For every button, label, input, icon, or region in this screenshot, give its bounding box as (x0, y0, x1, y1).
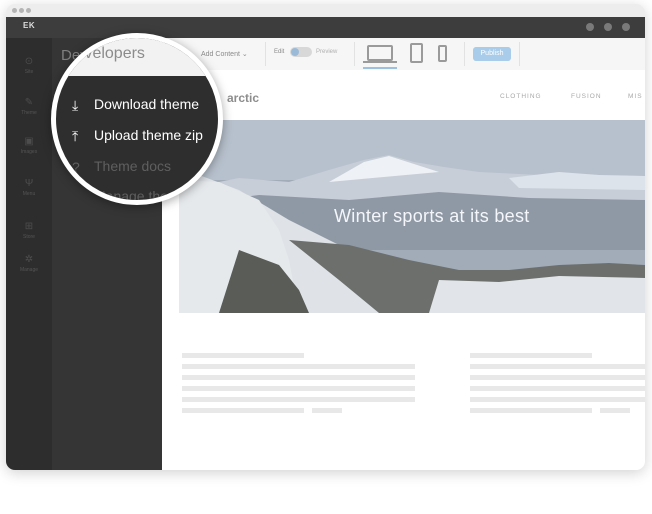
toggle-knob (291, 48, 299, 56)
publish-button[interactable]: Publish (473, 47, 511, 61)
placeholder-line (182, 353, 304, 358)
site-nav-item[interactable]: CLOTHING (500, 93, 542, 100)
power-icon[interactable] (622, 23, 630, 31)
menu-item-label: Upload theme zip (94, 127, 203, 143)
upload-icon: ⤒ (72, 127, 79, 144)
download-icon: ⤓ (72, 96, 79, 113)
chevron-down-icon: ⌄ (241, 51, 248, 58)
menu-item-theme-docs[interactable]: ? Theme docs (72, 158, 171, 175)
active-view-indicator (363, 67, 397, 69)
placeholder-line (600, 408, 630, 413)
menu-item-label: Download theme (94, 96, 200, 112)
preview-label: Preview (316, 49, 338, 55)
editor-toolbar: Add Content ⌄ Edit Preview Publish (162, 38, 645, 71)
user-icon[interactable] (604, 23, 612, 31)
menu-item-download-theme[interactable]: ⤓ Download theme (72, 96, 199, 114)
window-control-dot[interactable] (12, 8, 17, 13)
placeholder-line (470, 375, 645, 380)
app-logo[interactable]: EK (23, 21, 35, 30)
help-icon: ? (72, 159, 80, 176)
hero-banner: Winter sports at its best (179, 120, 645, 313)
placeholder-line (470, 386, 645, 391)
placeholder-line (470, 397, 645, 402)
site-nav-item[interactable]: FUSION (571, 93, 602, 100)
site-nav-item[interactable]: MIS (628, 93, 643, 100)
placeholder-line (182, 397, 415, 402)
notifications-icon[interactable] (586, 23, 594, 31)
menu-item-label: Theme docs (94, 158, 172, 174)
magnified-panel-title: Developers (64, 45, 145, 62)
hero-heading: Winter sports at its best (334, 206, 530, 226)
phone-view-icon[interactable] (438, 45, 447, 62)
edit-preview-toggle[interactable] (290, 47, 312, 57)
tablet-view-icon[interactable] (410, 43, 423, 63)
placeholder-line (182, 364, 415, 369)
window-control-dot[interactable] (26, 8, 31, 13)
divider (519, 42, 520, 66)
menu-item-upload-theme-zip[interactable]: ⤒ Upload theme zip (72, 127, 203, 145)
magnifier-callout: Developers ⤓ Download theme ⤒ Upload theme… (51, 33, 223, 205)
placeholder-line (470, 408, 592, 413)
divider (464, 42, 465, 66)
placeholder-line (470, 353, 592, 358)
placeholder-line (312, 408, 342, 413)
placeholder-line (182, 375, 415, 380)
placeholder-line (470, 364, 645, 369)
window-chrome (6, 4, 645, 18)
window-control-dot[interactable] (19, 8, 24, 13)
desktop-view-base (363, 61, 397, 63)
top-bar: EK (6, 17, 645, 38)
placeholder-line (182, 386, 415, 391)
site-preview: arctic CLOTHING FUSION MIS Winter sports… (162, 70, 645, 470)
divider (354, 42, 355, 66)
placeholder-line (182, 408, 304, 413)
divider (265, 42, 266, 66)
site-logo[interactable]: arctic (227, 91, 259, 105)
desktop-view-icon[interactable] (367, 45, 393, 61)
edit-label: Edit (274, 49, 285, 55)
